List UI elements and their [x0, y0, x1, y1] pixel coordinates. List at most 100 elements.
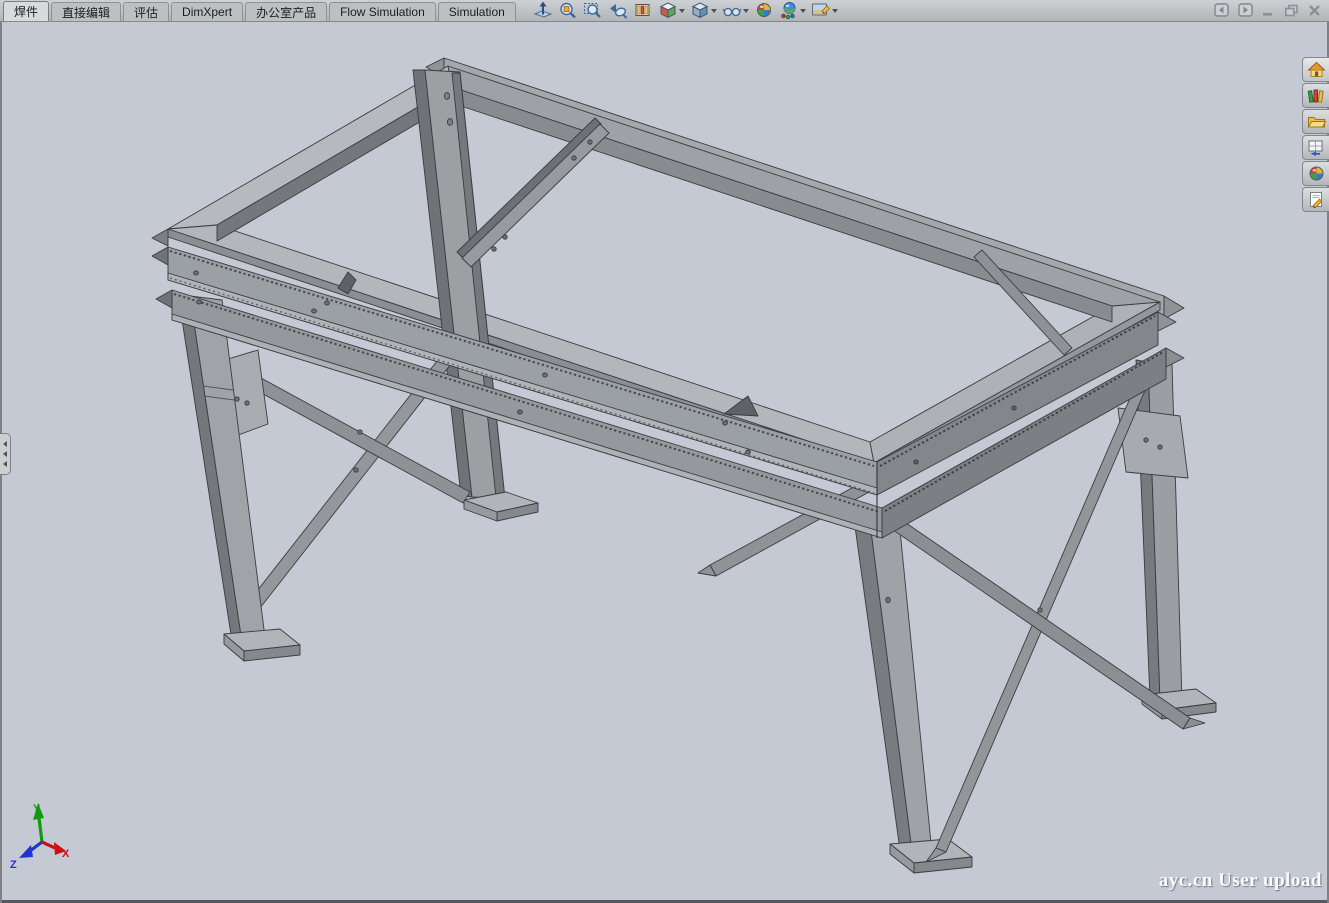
leg-front-near: [852, 505, 932, 853]
task-pane-strip: [1301, 57, 1329, 212]
z-axis-label: Z: [10, 859, 17, 871]
bolt-hole: [572, 156, 576, 160]
expand-pane-right-button[interactable]: [1238, 3, 1253, 17]
bolt-hole: [886, 597, 890, 603]
model-scene[interactable]: Y X Z: [0, 21, 1329, 903]
design-library-button[interactable]: [1302, 83, 1329, 108]
bolt-hole: [543, 373, 548, 377]
normal-to-button[interactable]: [532, 1, 554, 21]
y-axis-label: Y: [33, 803, 41, 815]
zoom-to-area-icon: [583, 1, 603, 20]
tab-label: DimXpert: [182, 5, 232, 19]
zoom-to-fit-button[interactable]: [557, 1, 579, 21]
bolt-hole: [1144, 438, 1148, 442]
section-view-button[interactable]: [632, 1, 654, 21]
watermark: ayc.cn User upload: [1159, 870, 1322, 892]
close-button[interactable]: [1308, 4, 1321, 17]
chevron-left-icon: [3, 441, 7, 447]
display-style-button[interactable]: [689, 1, 718, 21]
books-icon: [1307, 87, 1326, 104]
chevron-left-icon: [3, 461, 7, 467]
display-style-icon: [690, 1, 710, 20]
dropdown-caret-icon: [800, 9, 806, 13]
view-palette-button[interactable]: [1302, 135, 1329, 160]
bolt-hole: [194, 271, 199, 275]
leg-front-left: [178, 294, 266, 645]
tab-label: 办公室产品: [256, 4, 316, 21]
edit-appearance-button[interactable]: [753, 1, 775, 21]
solidworks-resources-button[interactable]: [1302, 57, 1329, 82]
apply-scene-button[interactable]: [778, 1, 807, 21]
tab-dimxpert[interactable]: DimXpert: [171, 2, 243, 21]
tab-label: Simulation: [449, 5, 505, 19]
weldment-table-frame-model[interactable]: [152, 58, 1216, 873]
tab-label: 直接编辑: [62, 4, 110, 21]
dropdown-caret-icon: [832, 9, 838, 13]
hide-show-items-button[interactable]: [721, 1, 750, 21]
bolt-hole: [518, 410, 523, 414]
bolt-hole: [1158, 445, 1162, 449]
appearances-scenes-button[interactable]: [1302, 161, 1329, 186]
graphics-area[interactable]: Y X Z ayc.cn User upload: [0, 21, 1329, 903]
folder-icon: [1307, 113, 1326, 130]
tab-flow-simulation[interactable]: Flow Simulation: [329, 2, 436, 21]
custom-properties-button[interactable]: [1302, 187, 1329, 212]
bolt-hole: [1012, 406, 1016, 410]
tab-label: 评估: [134, 4, 158, 21]
tab-label: 焊件: [14, 3, 38, 20]
bolt-hole: [245, 401, 249, 405]
tab-evaluate[interactable]: 评估: [123, 2, 169, 21]
file-explorer-button[interactable]: [1302, 109, 1329, 134]
solidworks-window: 焊件 直接编辑 评估 DimXpert 办公室产品 Flow Simulatio…: [0, 0, 1329, 903]
bolt-hole: [325, 301, 330, 305]
tab-weldment[interactable]: 焊件: [3, 1, 49, 21]
expand-right-icon: [1238, 3, 1253, 17]
edit-appearance-icon: [754, 1, 774, 20]
collapse-pane-left-button[interactable]: [1214, 3, 1229, 17]
apply-scene-icon: [779, 1, 799, 20]
bolt-hole: [358, 430, 362, 434]
zoom-to-area-button[interactable]: [582, 1, 604, 21]
tab-office-products[interactable]: 办公室产品: [245, 2, 327, 21]
feature-tree-flyout-tab[interactable]: [0, 433, 11, 475]
x-axis-label: X: [62, 848, 70, 860]
previous-view-button[interactable]: [607, 1, 629, 21]
section-view-icon: [633, 1, 653, 20]
dropdown-caret-icon: [711, 9, 717, 13]
restore-button[interactable]: [1284, 4, 1299, 17]
document-pencil-icon: [1307, 191, 1326, 208]
tab-direct-editing[interactable]: 直接编辑: [51, 2, 121, 21]
bolt-hole: [503, 235, 507, 239]
command-tabs: 焊件 直接编辑 评估 DimXpert 办公室产品 Flow Simulatio…: [3, 0, 518, 21]
minimize-button[interactable]: [1262, 4, 1275, 17]
window-controls: [1214, 3, 1321, 17]
bolt-hole: [235, 397, 239, 401]
view-settings-icon: [811, 1, 831, 20]
bolt-hole: [723, 421, 728, 425]
view-settings-button[interactable]: [810, 1, 839, 21]
command-manager-bar: 焊件 直接编辑 评估 DimXpert 办公室产品 Flow Simulatio…: [0, 0, 1329, 22]
bolt-hole: [746, 450, 751, 454]
bolt-hole: [914, 460, 918, 464]
home-icon: [1307, 61, 1326, 78]
view-orientation-button[interactable]: [657, 1, 686, 21]
bolt-hole: [492, 247, 496, 251]
dropdown-caret-icon: [679, 9, 685, 13]
view-orientation-icon: [658, 1, 678, 20]
heads-up-view-toolbar: [532, 0, 839, 21]
bolt-hole: [354, 468, 358, 472]
minimize-icon: [1262, 4, 1275, 17]
normal-to-icon: [533, 1, 553, 20]
z-axis-arrow: [19, 845, 33, 858]
appearances-sphere-icon: [1307, 165, 1326, 182]
view-palette-icon: [1307, 139, 1326, 156]
restore-icon: [1284, 4, 1299, 17]
tab-simulation[interactable]: Simulation: [438, 2, 516, 21]
bolt-hole: [588, 140, 592, 144]
zoom-to-fit-icon: [558, 1, 578, 20]
orientation-triad: Y X Z: [10, 803, 70, 871]
chevron-left-icon: [3, 451, 7, 457]
bolt-hole: [312, 309, 317, 313]
bolt-hole: [447, 119, 452, 126]
close-icon: [1308, 4, 1321, 17]
